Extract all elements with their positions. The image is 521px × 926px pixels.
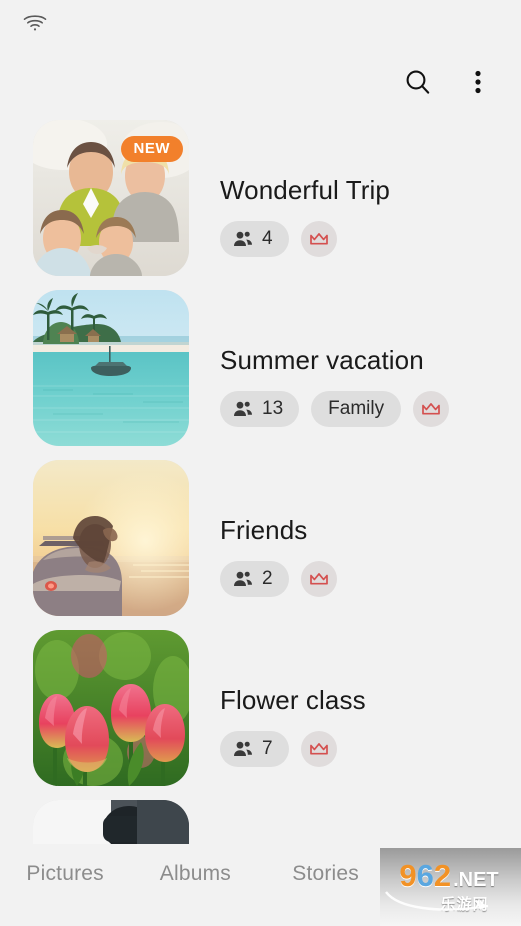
owner-crown-badge[interactable] [300,560,337,597]
tab-albums[interactable]: Albums [130,862,260,886]
member-count-chip[interactable]: 7 [220,730,289,767]
owner-crown-badge[interactable] [300,730,337,767]
album-thumbnail[interactable] [33,460,189,616]
member-count-chip[interactable]: 13 [220,390,300,427]
album-meta: 7 [220,730,521,767]
album-thumbnail[interactable] [33,290,189,446]
owner-crown-badge[interactable] [413,390,450,427]
album-tag-chip[interactable]: Family [311,390,402,427]
album-info [189,800,521,844]
member-count-chip[interactable]: 2 [220,560,289,597]
album-title: Flower class [220,685,366,715]
sunset-convertible-car-photo [33,460,189,616]
album-meta: 13 Family [220,390,521,427]
album-meta: 2 [220,560,521,597]
album-thumbnail[interactable] [33,800,189,844]
owner-crown-badge[interactable] [300,220,337,257]
partially-visible-photo [33,800,189,844]
album-thumbnail[interactable] [33,630,189,786]
people-icon [233,739,253,759]
album-title: Wonderful Trip [220,175,390,205]
pink-tulips-photo [33,630,189,786]
app-header [0,44,521,120]
album-title: Summer vacation [220,345,424,375]
tab-pictures[interactable]: Pictures [0,862,130,886]
album-info: Wonderful Trip 4 [189,120,521,257]
crown-icon [308,228,330,250]
member-count-value: 13 [262,397,284,419]
search-icon [403,67,433,97]
people-icon [233,569,253,589]
album-row[interactable]: NEW Wonderful Trip 4 [0,120,521,290]
tropical-beach-boat-photo [33,290,189,446]
album-row[interactable]: Summer vacation 13 Family [0,290,521,460]
bottom-tab-bar: Pictures Albums Stories Shared [0,844,521,926]
member-count-value: 2 [262,567,273,589]
shared-album-list[interactable]: NEW Wonderful Trip 4 Summer vacation 13 … [0,120,521,844]
album-row[interactable] [0,800,521,844]
member-count-value: 7 [262,737,273,759]
people-icon [233,229,253,249]
album-thumbnail[interactable]: NEW [33,120,189,276]
status-bar [0,0,521,44]
tab-shared[interactable]: Shared [391,862,521,886]
album-info: Summer vacation 13 Family [189,290,521,427]
tab-stories[interactable]: Stories [261,862,391,886]
crown-icon [308,738,330,760]
search-button[interactable] [401,65,435,99]
more-vert-icon [466,67,490,97]
crown-icon [308,568,330,590]
crown-icon [420,398,442,420]
wifi-icon [16,12,48,32]
album-info: Friends 2 [189,460,521,597]
album-row[interactable]: Flower class 7 [0,630,521,800]
people-icon [233,399,253,419]
more-options-button[interactable] [461,65,495,99]
member-count-chip[interactable]: 4 [220,220,289,257]
new-badge: NEW [120,136,183,162]
header-actions [401,65,495,99]
album-info: Flower class 7 [189,630,521,767]
album-title: Friends [220,515,308,545]
album-row[interactable]: Friends 2 [0,460,521,630]
album-meta: 4 [220,220,521,257]
member-count-value: 4 [262,227,273,249]
